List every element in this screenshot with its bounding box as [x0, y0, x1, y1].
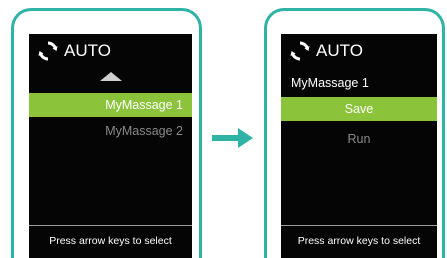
menu-item-mymassage-1[interactable]: MyMassage 1: [29, 93, 192, 117]
menu-item-mymassage-2[interactable]: MyMassage 2: [29, 119, 192, 143]
mode-label: AUTO: [316, 40, 363, 60]
menu-item-save[interactable]: Save: [281, 97, 437, 121]
screen-footer: Press arrow keys to select: [281, 225, 437, 258]
refresh-icon: [37, 40, 59, 62]
refresh-icon: [289, 40, 311, 62]
device-left: AUTO MyMassage 1 MyMassage 2 Press arrow…: [11, 8, 202, 258]
screen-header: AUTO: [29, 34, 192, 67]
program-title: MyMassage 1: [291, 76, 369, 90]
triangle-up-icon[interactable]: [99, 72, 122, 81]
screen-left: AUTO MyMassage 1 MyMassage 2 Press arrow…: [29, 34, 192, 258]
arrow-right-icon: [212, 128, 253, 148]
device-right: AUTO MyMassage 1 Save Run Press arrow ke…: [264, 8, 445, 258]
mode-label: AUTO: [64, 40, 111, 60]
screen-header: AUTO: [281, 34, 437, 67]
menu-item-run[interactable]: Run: [281, 127, 437, 151]
screen-footer: Press arrow keys to select: [29, 225, 192, 258]
screen-right: AUTO MyMassage 1 Save Run Press arrow ke…: [281, 34, 437, 258]
